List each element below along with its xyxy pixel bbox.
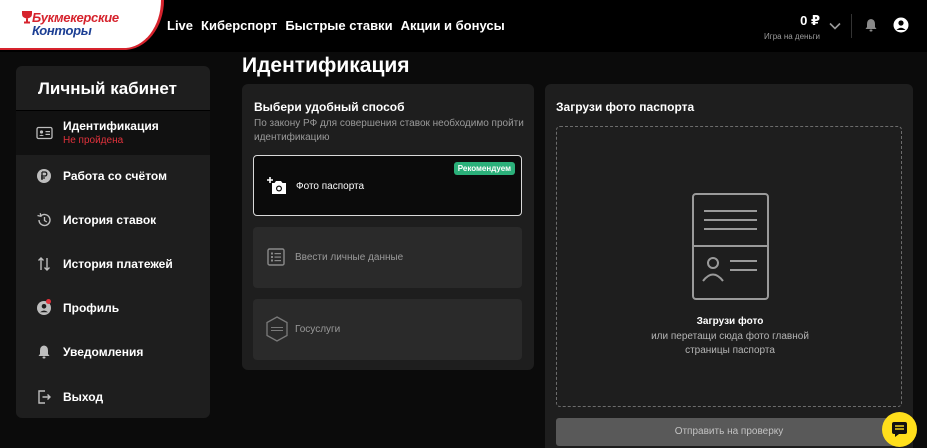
method-label: Госуслуги <box>295 324 341 335</box>
passport-page-icon <box>692 193 769 300</box>
header-divider <box>851 14 852 38</box>
form-list-icon <box>267 248 285 266</box>
balance-mode-label: Игра на деньги <box>764 32 820 41</box>
sidebar-item-payment-history[interactable]: История платежей <box>16 243 210 287</box>
logout-icon <box>38 390 51 404</box>
upload-hint: или перетащи сюда фото главной страницы … <box>557 330 903 358</box>
nav-live[interactable]: Live <box>167 18 193 33</box>
add-photo-icon <box>267 177 286 194</box>
sidebar-item-label: Уведомления <box>63 345 144 359</box>
history-icon <box>37 213 51 227</box>
method-gosuslugi[interactable]: Госуслуги <box>253 299 522 360</box>
upload-hint-line1: или перетащи сюда фото главной <box>651 331 809 342</box>
recommended-badge: Рекомендуем <box>453 162 515 175</box>
sidebar-item-label: Выход <box>63 390 104 404</box>
submit-for-review-button[interactable]: Отправить на проверку <box>556 418 902 446</box>
nav-promos[interactable]: Акции и бонусы <box>401 18 505 33</box>
account-sidebar: Личный кабинет Идентификация Не пройдена… <box>16 66 210 418</box>
identification-status: Не пройдена <box>63 135 124 146</box>
upload-main-text: Загрузи фото <box>696 316 764 327</box>
methods-title: Выбери удобный способ <box>254 100 405 114</box>
sidebar-item-label: Идентификация <box>63 119 159 133</box>
brand-line2: Конторы <box>32 23 92 38</box>
sidebar-item-notifications[interactable]: Уведомления <box>16 331 210 375</box>
method-label: Ввести личные данные <box>295 252 404 263</box>
passport-upload-panel: Загрузи фото паспорта Загрузи фото или п… <box>545 84 913 448</box>
notifications-bell-icon[interactable] <box>864 18 878 32</box>
chevron-down-icon[interactable] <box>828 19 842 33</box>
sidebar-item-bet-history[interactable]: История ставок <box>16 199 210 243</box>
profile-alert-dot <box>46 299 51 304</box>
sidebar-item-logout[interactable]: Выход <box>16 375 210 418</box>
ruble-coin-icon <box>37 169 51 183</box>
sidebar-item-identification[interactable]: Идентификация Не пройдена <box>16 111 210 155</box>
user-account-icon[interactable] <box>893 17 909 33</box>
chat-icon <box>892 422 907 437</box>
method-label: Фото паспорта <box>296 181 365 192</box>
upload-hint-line2: страницы паспорта <box>685 345 775 356</box>
method-personal-data[interactable]: Ввести личные данные <box>253 227 522 288</box>
balance-amount: 0 ₽ <box>800 13 820 28</box>
gosuslugi-icon <box>266 316 288 342</box>
sidebar-item-label: Работа со счётом <box>63 169 167 183</box>
sidebar-item-label: История платежей <box>63 257 173 271</box>
photo-dropzone[interactable]: Загрузи фото или перетащи сюда фото глав… <box>556 126 902 407</box>
bell-icon <box>38 345 50 359</box>
main-nav: Live Киберспорт Быстрые ставки Акции и б… <box>167 18 513 33</box>
page-title: Идентификация <box>242 54 410 77</box>
id-card-icon <box>36 126 53 140</box>
support-chat-button[interactable] <box>882 412 917 447</box>
brand-logo[interactable]: Букмекерские Конторы <box>0 0 164 50</box>
nav-fast-bets[interactable]: Быстрые ставки <box>285 18 392 33</box>
sidebar-item-label: Профиль <box>63 301 120 315</box>
upload-title: Загрузи фото паспорта <box>556 100 695 114</box>
sidebar-item-profile[interactable]: Профиль <box>16 287 210 331</box>
sidebar-item-label: История ставок <box>63 213 157 227</box>
sidebar-item-account[interactable]: Работа со счётом <box>16 155 210 199</box>
nav-esports[interactable]: Киберспорт <box>201 18 277 33</box>
header: Букмекерские Конторы Live Киберспорт Быс… <box>0 0 927 52</box>
transfer-arrows-icon <box>38 257 50 271</box>
balance-widget[interactable]: 0 ₽ Игра на деньги <box>760 13 820 41</box>
sidebar-title: Личный кабинет <box>38 79 177 98</box>
identification-methods-panel: Выбери удобный способ По закону РФ для с… <box>242 84 534 370</box>
method-passport-photo[interactable]: Фото паспорта Рекомендуем <box>253 155 522 216</box>
methods-description: По закону РФ для совершения ставок необх… <box>254 118 524 143</box>
